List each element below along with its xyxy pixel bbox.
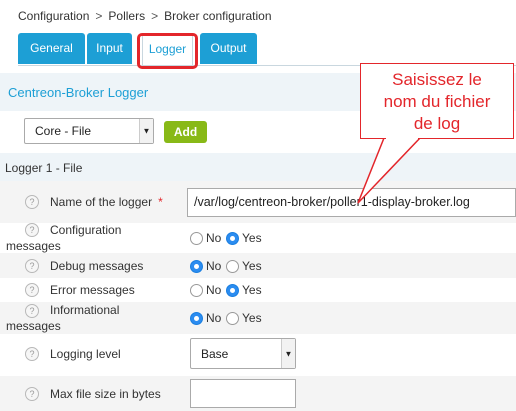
callout-box: Saisissez le nom du fichier de log xyxy=(360,63,514,139)
callout-pointer xyxy=(357,137,422,204)
callout-text: Saisissez le nom du fichier de log xyxy=(383,70,491,133)
